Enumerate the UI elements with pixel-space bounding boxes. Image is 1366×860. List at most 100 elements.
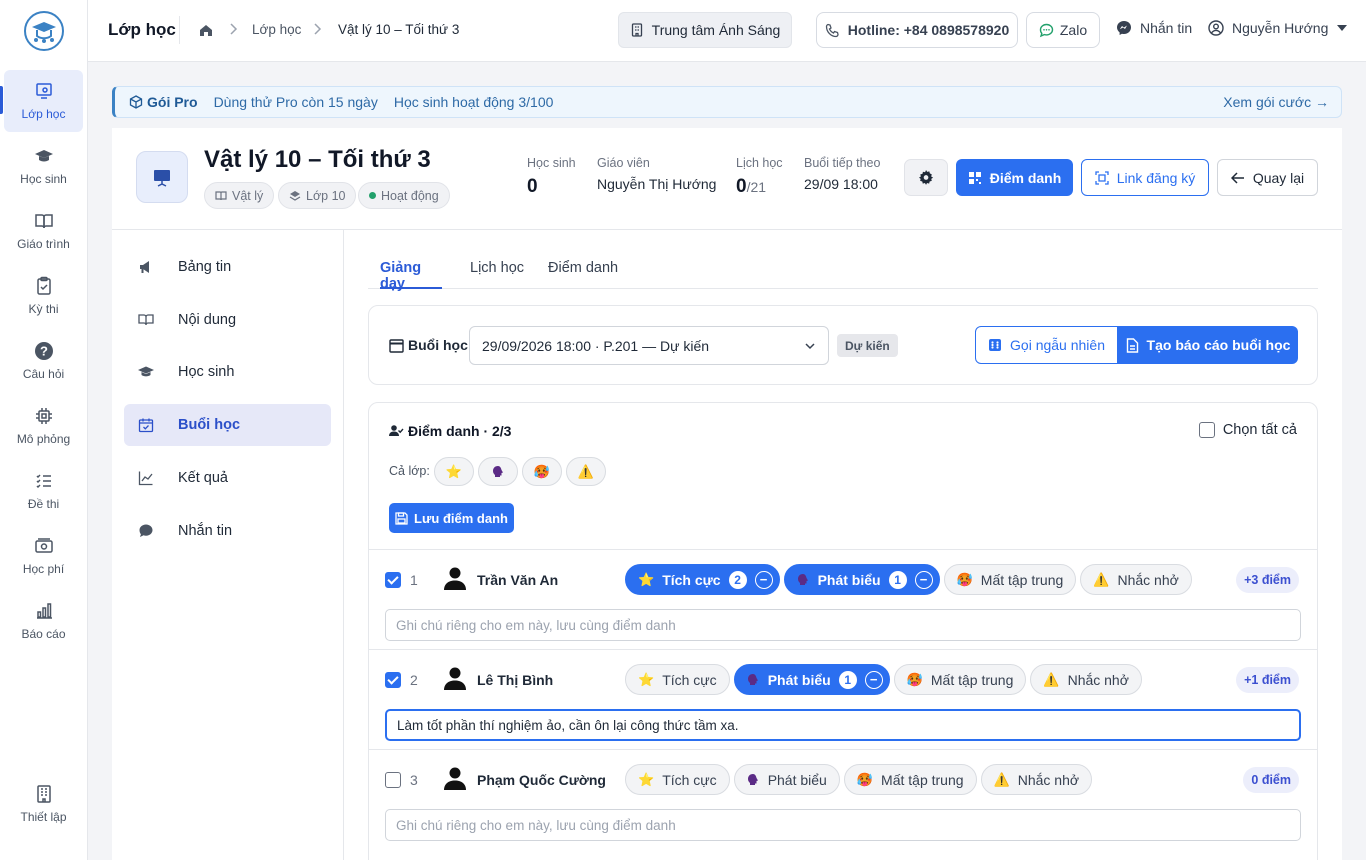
select-all-checkbox[interactable]	[1198, 422, 1215, 438]
chip-distracted[interactable]: 🥵 Mất tập trung	[943, 564, 1077, 595]
book-icon	[215, 190, 227, 200]
session-status-badge: Dự kiến	[837, 334, 898, 357]
chip-positive[interactable]: ⭐ Tích cực	[625, 764, 730, 795]
class-warning-button[interactable]: ⚠️	[566, 457, 606, 486]
rail-item-exams[interactable]: Kỳ thi	[4, 265, 83, 327]
chip-warning[interactable]: ⚠️ Nhắc nhở	[1080, 564, 1192, 595]
chip-count: 1	[838, 670, 857, 689]
minus-icon[interactable]: −	[914, 570, 933, 589]
class-distracted-button[interactable]: 🥵	[522, 457, 562, 486]
calendar-check-icon	[138, 418, 154, 433]
home-icon[interactable]	[199, 23, 213, 37]
session-label-text: Buổi học	[408, 337, 468, 353]
student-checkbox[interactable]	[385, 572, 401, 588]
class-nav-results[interactable]: Kết quả	[124, 457, 331, 499]
rail-item-curriculum[interactable]: Giáo trình	[4, 200, 83, 262]
save-attendance-button[interactable]: Lưu điểm danh	[389, 503, 514, 533]
dice-icon	[989, 339, 1002, 351]
rail-item-students[interactable]: Học sinh	[4, 135, 83, 197]
view-plans-link[interactable]: Xem gói cước →	[1223, 94, 1329, 110]
document-icon	[1126, 337, 1138, 353]
random-call-button[interactable]: Gọi ngẫu nhiên	[975, 326, 1118, 364]
page-title: Lớp học	[108, 20, 176, 39]
minus-icon[interactable]: −	[754, 570, 773, 589]
rail-item-test-papers[interactable]: Đề thi	[4, 460, 83, 522]
dizzy-face-icon: 🥵	[533, 463, 551, 479]
student-checkbox[interactable]	[385, 772, 401, 788]
class-nav-students[interactable]: Học sinh	[124, 351, 331, 393]
stat-teacher-label: Giáo viên	[597, 156, 650, 170]
class-nav-content[interactable]: Nội dung	[124, 299, 331, 341]
chip-positive[interactable]: ⭐ Tích cực	[625, 664, 730, 695]
rail-item-questions[interactable]: ? Câu hỏi	[4, 330, 83, 392]
back-button[interactable]: Quay lại	[1217, 159, 1318, 196]
zalo-label: Zalo	[1059, 22, 1088, 38]
tab-teaching[interactable]: Giảng dạy	[380, 260, 442, 292]
zalo-button[interactable]: Zalo	[1026, 12, 1100, 48]
stat-schedule-label: Lịch học	[736, 156, 783, 170]
student-note-input[interactable]: Làm tốt phần thí nghiệm ảo, cần ôn lại c…	[385, 709, 1301, 741]
nav-label: Học sinh	[178, 364, 235, 380]
nav-label: Bảng tin	[178, 259, 232, 275]
rail-item-reports[interactable]: Báo cáo	[4, 590, 83, 652]
stat-students-value: 0	[527, 176, 538, 197]
chip-distracted[interactable]: 🥵 Mất tập trung	[893, 664, 1027, 695]
class-speak-button[interactable]	[478, 457, 518, 486]
chip-count: 2	[728, 570, 747, 589]
building-icon	[36, 785, 51, 803]
question-icon: ?	[34, 342, 53, 360]
megaphone-icon	[140, 261, 149, 273]
rail-item-tuition[interactable]: Học phí	[4, 525, 83, 587]
class-nav-sessions[interactable]: Buổi học	[124, 404, 331, 446]
app-logo-icon[interactable]	[23, 10, 65, 52]
chip-speak[interactable]: Phát biểu	[733, 764, 840, 795]
chip-label: Mất tập trung	[930, 671, 1014, 688]
chip-speak[interactable]: Phát biểu 1−	[783, 564, 940, 595]
tab-attendance[interactable]: Điểm danh	[548, 260, 618, 289]
chip-positive[interactable]: ⭐ Tích cực 2−	[625, 564, 780, 595]
chip-speak[interactable]: Phát biểu 1−	[733, 664, 890, 695]
class-nav-messages[interactable]: Nhắn tin	[124, 510, 331, 552]
chip-icon	[35, 408, 52, 424]
registration-link-button[interactable]: Link đăng ký	[1081, 159, 1209, 196]
student-checkbox[interactable]	[385, 672, 401, 688]
minus-icon[interactable]: −	[864, 670, 883, 689]
class-nav-newsfeed[interactable]: Bảng tin	[124, 246, 331, 288]
tag-status: Hoạt động	[358, 182, 450, 209]
nav-label: Buổi học	[178, 417, 241, 433]
chip-distracted[interactable]: 🥵 Mất tập trung	[843, 764, 977, 795]
book-icon	[34, 214, 53, 229]
settings-button[interactable]	[904, 159, 948, 196]
attendance-title-text: Điểm danh · 2/3	[408, 423, 512, 439]
rail-label: Học phí	[22, 562, 65, 576]
class-positive-button[interactable]: ⭐	[434, 457, 474, 486]
student-note-input[interactable]: Ghi chú riêng cho em này, lưu cùng điểm …	[385, 809, 1301, 841]
attendance-button[interactable]: Điểm danh	[956, 159, 1073, 196]
rail-item-simulation[interactable]: Mô phỏng	[4, 395, 83, 457]
create-report-button[interactable]: Tạo báo cáo buổi học	[1118, 326, 1298, 364]
breadcrumb-current: Vật lý 10 – Tối thứ 3	[338, 22, 460, 37]
presentation-board-icon	[154, 170, 170, 187]
center-switch-button[interactable]: Trung tâm Ánh Sáng	[618, 12, 792, 48]
warning-icon: ⚠️	[1043, 671, 1060, 687]
chip-label: Nhắc nhở	[1017, 771, 1080, 788]
chip-warning[interactable]: ⚠️ Nhắc nhở	[980, 764, 1093, 795]
star-icon: ⭐	[638, 571, 655, 587]
rail-item-classes[interactable]: Lớp học	[4, 70, 83, 132]
student-note-input[interactable]: Ghi chú riêng cho em này, lưu cùng điểm …	[385, 609, 1301, 641]
chip-warning[interactable]: ⚠️ Nhắc nhở	[1030, 664, 1142, 695]
session-select[interactable]: 29/09/2026 18:00 · P.201 — Dự kiến	[469, 326, 829, 365]
student-number: 1	[410, 572, 418, 588]
student-name: Lê Thị Bình	[477, 672, 554, 688]
chip-label: Tích cực	[662, 571, 721, 588]
rail-item-settings[interactable]: Thiết lập	[4, 773, 83, 835]
select-all[interactable]: Chọn tất cả	[1198, 422, 1297, 438]
layers-icon	[289, 190, 301, 201]
star-icon: ⭐	[638, 671, 655, 687]
tab-schedule[interactable]: Lịch học	[470, 260, 524, 289]
breadcrumb-classes[interactable]: Lớp học	[252, 22, 301, 37]
user-menu[interactable]: Nguyễn Hướng	[1208, 20, 1348, 36]
messenger-link[interactable]: Nhắn tin	[1116, 20, 1192, 36]
chat-bubble-icon	[139, 524, 153, 537]
hotline-button[interactable]: Hotline: +84 0898578920	[816, 12, 1018, 48]
